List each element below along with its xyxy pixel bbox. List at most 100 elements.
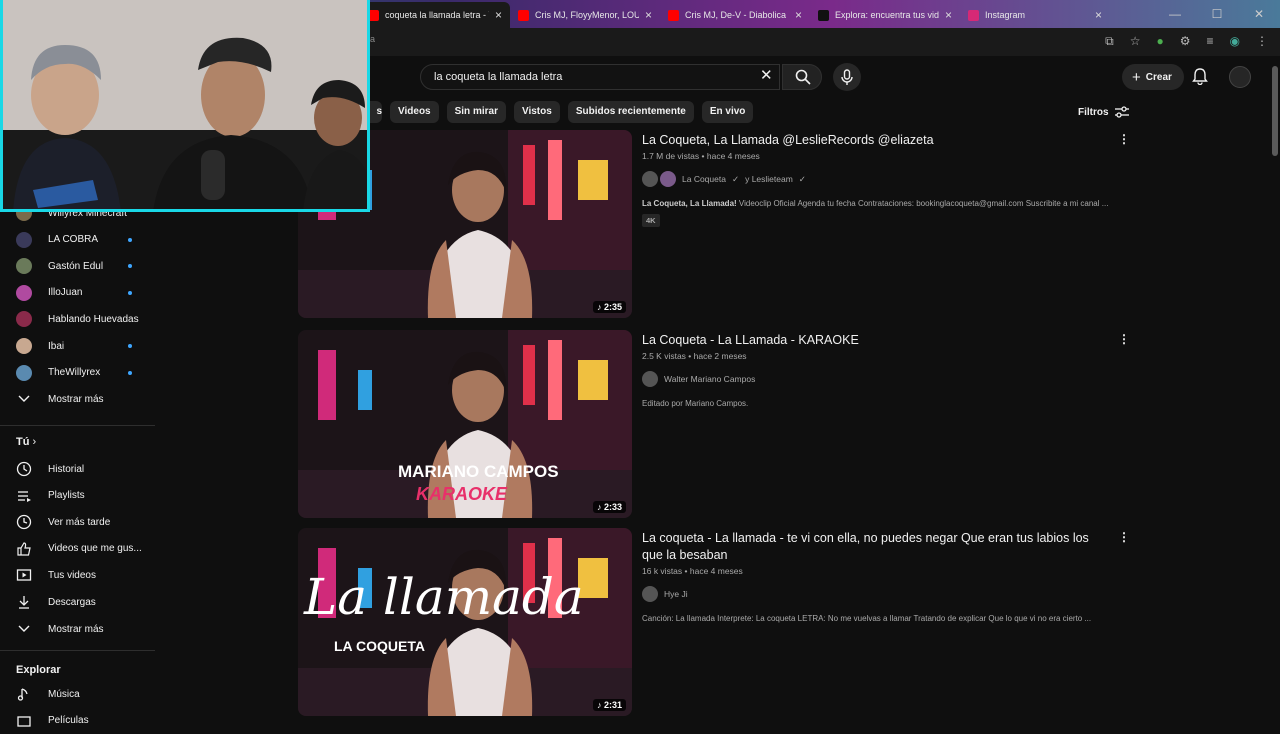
sidebar-item[interactable]: TheWillyrex: [0, 360, 155, 386]
video-title[interactable]: La Coqueta, La Llamada @LeslieRecords @e…: [642, 132, 1112, 149]
channel-avatar[interactable]: [642, 586, 658, 602]
tab-close-icon[interactable]: ×: [945, 8, 952, 22]
sidebar-item[interactable]: Películas: [0, 708, 155, 734]
duration-badge: ♪ 2:33: [592, 501, 626, 513]
more-actions-icon[interactable]: ⋮: [1118, 132, 1130, 146]
minimize-icon[interactable]: —: [1154, 0, 1196, 28]
browser-tab[interactable]: Cris MJ, De-V - Diabolica (Vis ×: [660, 2, 810, 28]
duration-label: 2:33: [603, 502, 622, 512]
channel-extra[interactable]: y Leslieteam: [745, 174, 793, 184]
channel-avatar: [16, 364, 32, 381]
filter-chip[interactable]: En vivo: [701, 101, 754, 123]
tab-favicon-icon: [668, 9, 679, 21]
duration-label: 2:35: [603, 302, 622, 312]
sidebar-item[interactable]: Tus videos: [0, 562, 155, 588]
more-actions-icon[interactable]: ⋮: [1118, 530, 1130, 544]
view-count: 2.5 K vistas: [642, 351, 686, 361]
sidebar-item-label: TheWillyrex: [48, 367, 101, 379]
channel-name[interactable]: La Coqueta: [682, 174, 726, 184]
video-thumbnail[interactable]: MARIANO CAMPOS KARAOKE ♪ 2:33: [298, 330, 632, 518]
sidebar-item-label: Tus videos: [48, 569, 96, 581]
browser-tab[interactable]: coqueta la llamada letra - Yo ×: [360, 2, 510, 28]
close-window-icon[interactable]: ✕: [1238, 0, 1280, 28]
you-heading[interactable]: Tú ›: [16, 436, 36, 448]
your-videos-icon: [16, 567, 32, 583]
tab-close-icon[interactable]: ×: [795, 8, 802, 22]
sidebar-item[interactable]: Ibai: [0, 333, 155, 359]
channel-avatar: [16, 284, 32, 301]
duration-badge: ♪ 2:31: [592, 699, 626, 711]
tab-favicon-icon: [818, 9, 829, 21]
filter-chip[interactable]: Subidos recientemente: [567, 101, 694, 123]
sidebar-item[interactable]: Música: [0, 681, 155, 707]
more-actions-icon[interactable]: ⋮: [1118, 332, 1130, 346]
video-result[interactable]: La llamada LA COQUETA ♪ 2:31 La coqueta -…: [298, 528, 1138, 718]
filters-button[interactable]: Filtros: [1078, 106, 1129, 118]
channel-avatar[interactable]: [660, 171, 676, 187]
tab-close-icon[interactable]: ×: [1095, 8, 1102, 22]
thumbnail-caption: MARIANO CAMPOS: [398, 462, 559, 481]
sidebar-item[interactable]: Descargas: [0, 589, 155, 615]
browser-tab[interactable]: Instagram ×: [960, 2, 1110, 28]
sidebar-item[interactable]: Playlists: [0, 483, 155, 509]
maximize-icon[interactable]: ☐: [1196, 0, 1238, 28]
page-scrollbar[interactable]: [1272, 66, 1278, 156]
channel-row: La Coqueta ✓ y Leslieteam ✓: [642, 171, 1112, 187]
thumbnail-subcaption: KARAOKE: [416, 484, 508, 504]
install-icon[interactable]: ⧉: [1105, 34, 1114, 49]
extension-icon[interactable]: ●: [1156, 34, 1163, 49]
music-icon: [16, 686, 32, 702]
sidebar-item[interactable]: Hablando Huevadas: [0, 306, 155, 332]
create-label: Crear: [1145, 71, 1172, 83]
sidebar-item-label: Mostrar más: [48, 393, 104, 405]
url-text[interactable]: a: [370, 34, 375, 44]
filter-chip[interactable]: Vistos: [513, 101, 560, 123]
history-icon: [16, 461, 32, 477]
search-icon: [795, 69, 811, 85]
browser-menu-icon[interactable]: ⋮: [1256, 34, 1268, 49]
tab-favicon-icon: [518, 9, 529, 21]
channel-name[interactable]: Walter Mariano Campos: [664, 374, 755, 384]
sidebar-item[interactable]: Mostrar más: [0, 386, 155, 412]
account-avatar[interactable]: [1229, 66, 1251, 88]
sidebar-item[interactable]: LA COBRA: [0, 227, 155, 253]
sidebar-item-label: Hablando Huevadas: [48, 313, 139, 325]
clear-search-icon[interactable]: ✕: [760, 68, 773, 83]
bookmark-star-icon[interactable]: ☆: [1130, 34, 1141, 49]
divider: [0, 425, 155, 426]
watch-later-icon: [16, 514, 32, 530]
chevron-down-icon: [16, 391, 32, 407]
filter-chip[interactable]: Sin mirar: [446, 101, 506, 123]
browser-tab[interactable]: Cris MJ, FloyyMenor, LOUKI - D ×: [510, 2, 660, 28]
channel-avatar[interactable]: [642, 171, 658, 187]
video-result[interactable]: MARIANO CAMPOS KARAOKE ♪ 2:33 La Coqueta …: [298, 330, 1138, 520]
media-icon[interactable]: ≡: [1207, 34, 1214, 49]
notifications-button[interactable]: [1192, 68, 1208, 90]
video-title[interactable]: La Coqueta - La LLamada - KARAOKE: [642, 332, 1112, 349]
profile-icon[interactable]: ◉: [1230, 34, 1240, 49]
sidebar-item[interactable]: Gastón Edul: [0, 253, 155, 279]
sidebar-item[interactable]: IlloJuan: [0, 280, 155, 306]
sidebar-item[interactable]: Ver más tarde: [0, 509, 155, 535]
puzzle-icon[interactable]: ⚙: [1180, 34, 1191, 49]
video-thumbnail[interactable]: La llamada LA COQUETA ♪ 2:31: [298, 528, 632, 716]
sidebar-item-label: Películas: [48, 715, 89, 727]
search-query: la coqueta la llamada letra: [434, 71, 563, 83]
webcam-overlay: [0, 0, 370, 212]
video-title[interactable]: La coqueta - La llamada - te vi con ella…: [642, 530, 1112, 564]
channel-avatar[interactable]: [642, 371, 658, 387]
browser-tab[interactable]: Explora: encuentra tus videos f ×: [810, 2, 960, 28]
sidebar-item[interactable]: Mostrar más: [0, 616, 155, 642]
verified-icon: ✓: [731, 173, 740, 184]
tab-close-icon[interactable]: ×: [645, 8, 652, 22]
filter-chip[interactable]: Videos: [390, 101, 439, 123]
channel-name[interactable]: Hye Ji: [664, 589, 688, 599]
tab-close-icon[interactable]: ×: [495, 8, 502, 22]
search-input[interactable]: la coqueta la llamada letra: [420, 64, 780, 90]
voice-search-button[interactable]: [833, 63, 861, 91]
sidebar-item[interactable]: Historial: [0, 456, 155, 482]
create-button[interactable]: + Crear: [1122, 64, 1184, 90]
sidebar-item[interactable]: Videos que me gus...: [0, 536, 155, 562]
video-result[interactable]: ♪ 2:35 La Coqueta, La Llamada @LeslieRec…: [298, 130, 1138, 320]
search-button[interactable]: [782, 64, 822, 90]
